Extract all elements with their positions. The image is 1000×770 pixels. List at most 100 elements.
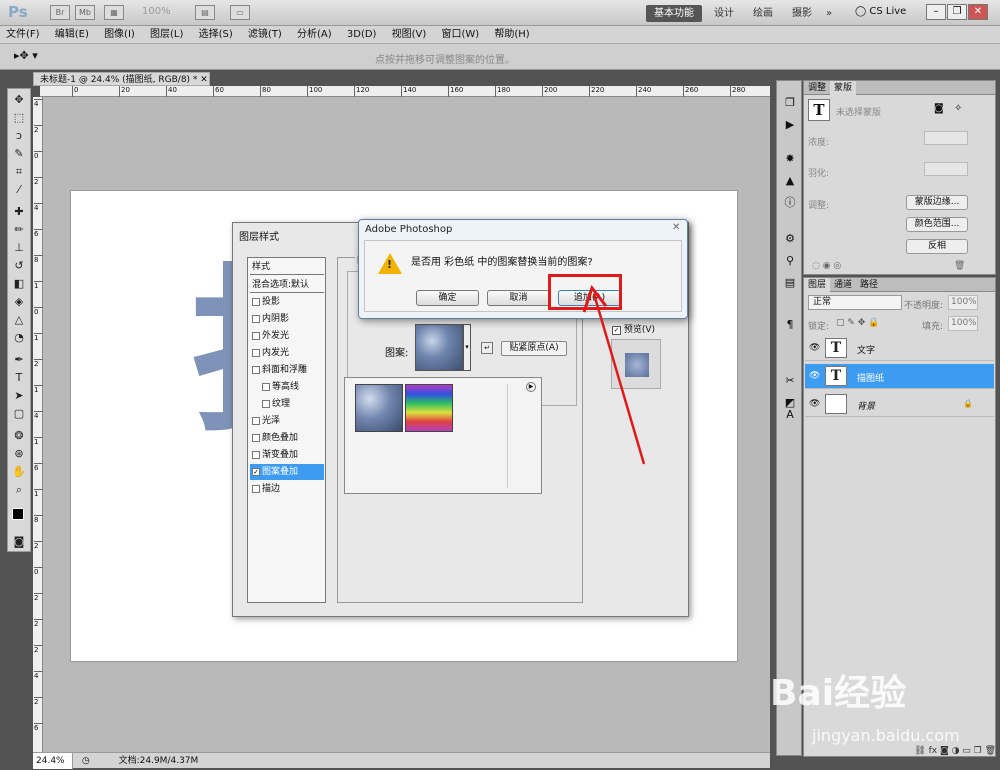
fill-field[interactable]: 100%: [948, 316, 978, 331]
mask-footer-icons[interactable]: ◌ ◉ ◎: [812, 261, 841, 271]
paint-bucket-tool-icon[interactable]: ◈: [11, 294, 27, 310]
invert-button[interactable]: 反相: [906, 239, 968, 254]
feather-field[interactable]: [924, 162, 968, 176]
tab-adjustments[interactable]: 调整: [804, 81, 830, 95]
navigator-panel-icon[interactable]: ✸: [781, 151, 799, 167]
menu-3d[interactable]: 3D(D): [341, 26, 383, 44]
style-bevel-emboss[interactable]: 斜面和浮雕: [250, 362, 324, 378]
menu-layer[interactable]: 图层(L): [144, 26, 189, 44]
path-select-tool-icon[interactable]: ➤: [11, 388, 27, 404]
view-extras-icon[interactable]: ▦: [104, 5, 124, 20]
status-zoom[interactable]: 24.4%: [33, 753, 73, 769]
checkbox[interactable]: [252, 416, 260, 425]
visibility-eye-icon[interactable]: 👁: [809, 399, 820, 409]
layer-row-tracing-paper[interactable]: 👁 T 描图纸: [805, 364, 994, 389]
picker-scrollbar[interactable]: [507, 384, 515, 488]
style-contour[interactable]: 等高线: [250, 379, 324, 395]
checkbox[interactable]: [252, 484, 260, 493]
style-color-overlay[interactable]: 颜色叠加: [250, 430, 324, 446]
close-tab-icon[interactable]: ✕: [200, 75, 208, 85]
vector-mask-icon[interactable]: ✧: [954, 103, 962, 114]
checkbox[interactable]: [262, 399, 270, 408]
lock-icons[interactable]: ▢ ✎ ✥ 🔒: [836, 318, 879, 328]
brush-tool-icon[interactable]: ✏: [11, 222, 27, 238]
picker-menu-icon[interactable]: ▶: [526, 382, 536, 392]
histogram-panel-icon[interactable]: ▲: [781, 173, 799, 189]
quick-select-tool-icon[interactable]: ✎: [11, 146, 27, 162]
brush-panel-icon[interactable]: ⚙: [781, 231, 799, 247]
horizontal-ruler[interactable]: 0 20 40 60 80 100 120 140 160 180 200 220 240 260 280: [40, 86, 770, 97]
spot-healing-tool-icon[interactable]: ✚: [11, 204, 27, 220]
checkbox[interactable]: [252, 297, 260, 306]
delete-mask-icon[interactable]: 🗑: [954, 261, 965, 271]
quick-mask-icon[interactable]: ◙: [11, 534, 27, 550]
menu-image[interactable]: 图像(I): [98, 26, 141, 44]
move-tool-preset-icon[interactable]: ▸✥ ▾: [14, 49, 38, 62]
tab-masks[interactable]: 蒙版: [830, 81, 857, 95]
pen-tool-icon[interactable]: ✒: [11, 352, 27, 368]
menu-select[interactable]: 选择(S): [193, 26, 239, 44]
workspace-painting[interactable]: 绘画: [745, 5, 781, 22]
vertical-ruler[interactable]: 4202468101214161820222426: [33, 97, 43, 752]
blend-mode-select[interactable]: 正常: [808, 295, 902, 310]
layers-footer-icons[interactable]: ⛓ fx ◙ ◑ ▭ ❐ 🗑: [803, 746, 996, 758]
visibility-eye-icon[interactable]: 👁: [809, 371, 820, 381]
mini-bridge-icon[interactable]: Mb: [75, 5, 95, 20]
density-field[interactable]: [924, 131, 968, 145]
style-pattern-overlay[interactable]: ✓ 图案叠加: [250, 464, 324, 480]
hand-tool-icon[interactable]: ✋: [11, 464, 27, 480]
styles-header[interactable]: 样式: [250, 259, 324, 275]
arrange-documents-icon[interactable]: ▤: [195, 5, 215, 20]
type-tool-icon[interactable]: T: [11, 370, 27, 386]
visibility-eye-icon[interactable]: 👁: [809, 343, 820, 353]
checkbox[interactable]: [262, 382, 270, 391]
style-gradient-overlay[interactable]: 渐变叠加: [250, 447, 324, 463]
checkbox[interactable]: [252, 433, 260, 442]
foreground-color-swatch[interactable]: [12, 508, 24, 520]
history-brush-tool-icon[interactable]: ↺: [11, 258, 27, 274]
info-panel-icon[interactable]: ⓘ: [781, 195, 799, 211]
shape-tool-icon[interactable]: ▢: [11, 406, 27, 422]
paragraph-panel-icon[interactable]: ¶: [781, 317, 799, 333]
clone-source-panel-icon[interactable]: ⚲: [781, 253, 799, 269]
pattern-dropdown-arrow[interactable]: ▾: [463, 324, 471, 371]
crop-tool-icon[interactable]: ⌗: [11, 164, 27, 180]
color-range-button[interactable]: 颜色范围...: [906, 217, 968, 232]
snap-to-origin-button[interactable]: 贴紧原点(A): [501, 341, 567, 356]
menu-help[interactable]: 帮助(H): [488, 26, 535, 44]
style-inner-shadow[interactable]: 内阴影: [250, 311, 324, 327]
checkbox[interactable]: [252, 348, 260, 357]
cs-live-button[interactable]: ◯ CS Live: [855, 6, 906, 17]
pattern-bubbles[interactable]: [355, 384, 403, 432]
tab-paths[interactable]: 路径: [856, 278, 882, 292]
style-inner-glow[interactable]: 内发光: [250, 345, 324, 361]
clone-stamp-tool-icon[interactable]: ⊥: [11, 240, 27, 256]
menu-window[interactable]: 窗口(W): [435, 26, 485, 44]
eraser-tool-icon[interactable]: ◧: [11, 276, 27, 292]
menu-view[interactable]: 视图(V): [386, 26, 433, 44]
blending-options[interactable]: 混合选项:默认: [250, 277, 324, 293]
blur-tool-icon[interactable]: △: [11, 312, 27, 328]
tab-layers[interactable]: 图层: [804, 278, 831, 292]
opacity-field[interactable]: 100%: [948, 295, 978, 310]
style-stroke[interactable]: 描边: [250, 481, 324, 497]
pattern-swatch[interactable]: [415, 324, 463, 371]
style-outer-glow[interactable]: 外发光: [250, 328, 324, 344]
bridge-icon[interactable]: Br: [50, 5, 70, 20]
move-tool-icon[interactable]: ✥: [11, 92, 27, 108]
menu-analysis[interactable]: 分析(A): [291, 26, 338, 44]
checkbox-checked[interactable]: ✓: [252, 467, 260, 476]
mask-edge-button[interactable]: 蒙版边缘...: [906, 195, 968, 210]
minimize-button[interactable]: –: [926, 4, 946, 20]
screen-mode-icon[interactable]: ▭: [230, 5, 250, 20]
workspace-design[interactable]: 设计: [706, 5, 742, 22]
swatches-panel-icon[interactable]: ▤: [781, 275, 799, 291]
3d-rotate-tool-icon[interactable]: ❂: [11, 428, 27, 444]
alert-close-icon[interactable]: ✕: [672, 222, 680, 233]
pixel-mask-icon[interactable]: ◙: [934, 103, 944, 114]
close-button[interactable]: ✕: [968, 4, 988, 20]
style-satin[interactable]: 光泽: [250, 413, 324, 429]
checkbox[interactable]: [252, 365, 260, 374]
workspace-more[interactable]: »: [818, 5, 840, 22]
checkbox[interactable]: [252, 450, 260, 459]
